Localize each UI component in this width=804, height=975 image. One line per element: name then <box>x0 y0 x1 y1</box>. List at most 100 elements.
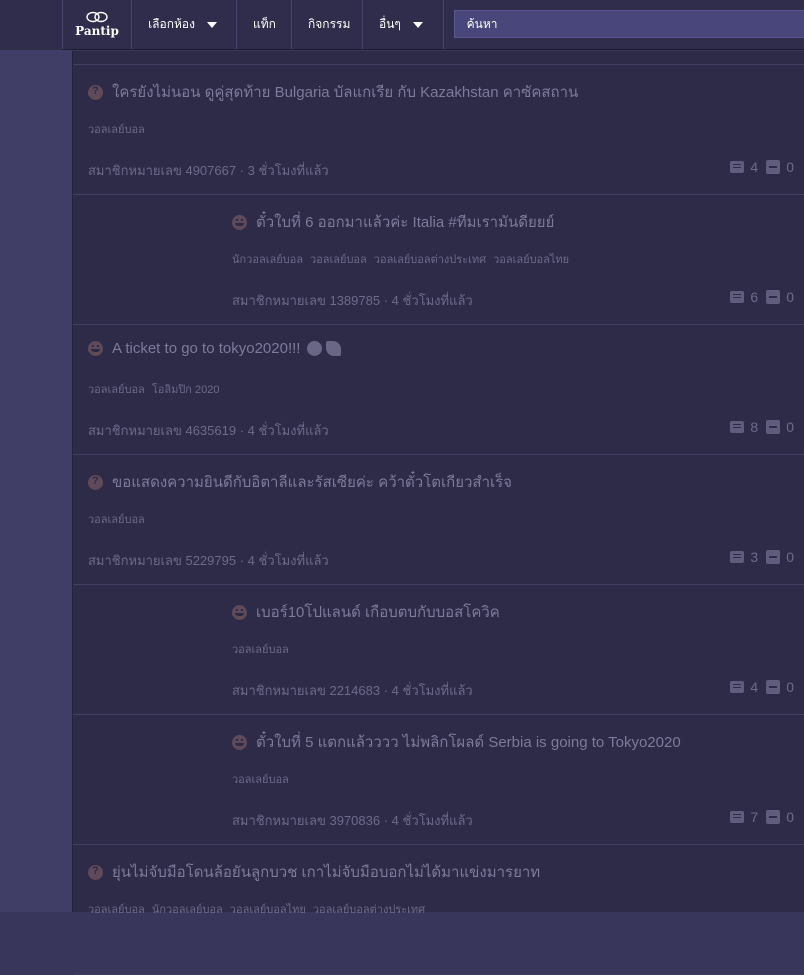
member-name[interactable]: สมาชิกหมายเลข 3970836 <box>232 813 380 828</box>
logo-text: Pantip <box>75 24 119 38</box>
nav-label: อื่นๆ <box>379 17 401 31</box>
topic-meta: สมาชิกหมายเลข 1389785 · 4 ชั่วโมงที่แล้ว <box>232 290 473 311</box>
vote-icon <box>766 420 781 434</box>
comment-count: 8 <box>750 419 759 435</box>
topic-title[interactable]: ตั๋วใบที่ 6 ออกมาแล้วค่ะ Italia #ทีมเราม… <box>256 210 554 234</box>
top-navigation-bar: Pantip เลือกห้อง แท็ก กิจกรรม อื่นๆ <box>62 0 804 50</box>
comment-icon <box>730 161 745 173</box>
member-name[interactable]: สมาชิกหมายเลข 2214683 <box>232 683 380 698</box>
comment-icon <box>730 681 745 693</box>
flair-icons <box>307 341 342 356</box>
page-background-left <box>0 0 72 912</box>
topic-title[interactable]: ขอแสดงความยินดีกับอิตาลีและรัสเซียค่ะ คว… <box>112 470 512 494</box>
nav-select-room[interactable]: เลือกห้อง <box>132 0 237 49</box>
vote-icon <box>766 550 781 564</box>
topic-stats: 7 0 <box>730 809 794 825</box>
topic-row[interactable]: ยุ่นไม่จับมือโดนล้อยันลูกบวช เกาไม่จับมื… <box>73 845 804 975</box>
topic-tag[interactable]: โอลิมปิก 2020 <box>152 384 220 396</box>
vote-icon <box>766 680 781 694</box>
topic-tag[interactable]: วอลเลย์บอลไทย <box>230 904 306 916</box>
topic-title[interactable]: ใครยังไม่นอน ดูคู่สุดท้าย Bulgaria บัลแก… <box>112 80 578 104</box>
topic-row[interactable]: ตั๋วใบที่ 5 แตกแล้วววว ไม่พลิกโผลด์ Serb… <box>73 715 804 845</box>
meta-separator: · <box>383 293 392 308</box>
topic-tags: วอลเลย์บอล <box>88 120 152 138</box>
pantip-logo-icon <box>86 11 108 23</box>
post-time: 4 ชั่วโมงที่แล้ว <box>247 553 329 568</box>
nav-label: เลือกห้อง <box>148 17 195 31</box>
thinking-face-icon <box>88 474 103 490</box>
vote-count: 0 <box>786 419 794 435</box>
topic-title[interactable]: เบอร์10โปแลนด์ เกือบตบกับบอสโควิค <box>256 600 500 624</box>
nav-activities[interactable]: กิจกรรม <box>292 0 363 49</box>
nav-tags[interactable]: แท็ก <box>237 0 292 49</box>
comment-count: 7 <box>750 809 759 825</box>
topic-title-line: ตั๋วใบที่ 5 แตกแล้วววว ไม่พลิกโผลด์ Serb… <box>232 730 681 754</box>
topic-tags: นักวอลเลย์บอล วอลเลย์บอล วอลเลย์บอลต่างประ… <box>232 250 576 268</box>
comment-count: 4 <box>750 679 759 695</box>
topic-row[interactable]: เบอร์10โปแลนด์ เกือบตบกับบอสโควิค วอลเลย… <box>73 585 804 715</box>
topic-row[interactable]: ใครยังไม่นอน ดูคู่สุดท้าย Bulgaria บัลแก… <box>73 65 804 195</box>
comment-icon <box>730 291 745 303</box>
topic-row[interactable]: ตั๋วใบที่ 6 ออกมาแล้วค่ะ Italia #ทีมเราม… <box>73 195 804 325</box>
topic-title[interactable]: ตั๋วใบที่ 5 แตกแล้วววว ไม่พลิกโผลด์ Serb… <box>256 730 681 754</box>
feed-top-spacer <box>73 51 804 65</box>
topic-meta: สมาชิกหมายเลข 3970836 · 4 ชั่วโมงที่แล้ว <box>232 810 473 831</box>
topic-tag[interactable]: วอลเลย์บอล <box>310 254 367 266</box>
pantip-logo[interactable]: Pantip <box>62 0 133 49</box>
topic-tag[interactable]: นักวอลเลย์บอล <box>232 254 303 266</box>
crown-icon <box>307 341 323 356</box>
post-time: 4 ชั่วโมงที่แล้ว <box>391 683 473 698</box>
topic-tag[interactable]: วอลเลย์บอล <box>232 644 289 656</box>
topic-title-line: A ticket to go to tokyo2020!!! <box>88 340 342 357</box>
topic-stats: 4 0 <box>730 679 794 695</box>
topic-tags: วอลเลย์บอล นักวอลเลย์บอล วอลเลย์บอลไทย วอลเ… <box>88 900 432 918</box>
topic-tags: วอลเลย์บอล <box>88 510 152 528</box>
topic-title-line: เบอร์10โปแลนด์ เกือบตบกับบอสโควิค <box>232 600 500 624</box>
vote-count: 0 <box>786 159 794 175</box>
thinking-face-icon <box>88 864 103 880</box>
topic-meta: สมาชิกหมายเลข 4907667 · 3 ชั่วโมงที่แล้ว <box>88 160 329 181</box>
topic-tag[interactable]: วอลเลย์บอล <box>88 384 145 396</box>
topic-tags: วอลเลย์บอล โอลิมปิก 2020 <box>88 380 227 398</box>
topic-tag[interactable]: วอลเลย์บอล <box>88 904 145 916</box>
topic-tag[interactable]: วอลเลย์บอล <box>232 774 289 786</box>
topic-stats: 4 0 <box>730 159 794 175</box>
topic-stats: 6 0 <box>730 289 794 305</box>
topic-tags: วอลเลย์บอล <box>232 770 296 788</box>
post-time: 3 ชั่วโมงที่แล้ว <box>247 163 329 178</box>
meta-separator: · <box>239 423 248 438</box>
topic-tag[interactable]: วอลเลย์บอลต่างประเทศ <box>313 904 425 916</box>
comment-icon <box>730 551 745 563</box>
thinking-face-icon <box>88 84 103 100</box>
topic-title-line: ใครยังไม่นอน ดูคู่สุดท้าย Bulgaria บัลแก… <box>88 80 578 104</box>
member-name[interactable]: สมาชิกหมายเลข 1389785 <box>232 293 380 308</box>
vote-count: 0 <box>786 549 794 565</box>
topic-title[interactable]: A ticket to go to tokyo2020!!! <box>112 340 300 357</box>
vote-count: 0 <box>786 809 794 825</box>
topic-feed: ใครยังไม่นอน ดูคู่สุดท้าย Bulgaria บัลแก… <box>72 51 804 975</box>
topic-tag[interactable]: นักวอลเลย์บอล <box>152 904 223 916</box>
nav-more[interactable]: อื่นๆ <box>363 0 444 49</box>
topic-stats: 8 0 <box>730 419 794 435</box>
topic-tag[interactable]: วอลเลย์บอลไทย <box>493 254 569 266</box>
topic-meta: สมาชิกหมายเลข 5229795 · 4 ชั่วโมงที่แล้ว <box>88 550 329 571</box>
topic-title[interactable]: ยุ่นไม่จับมือโดนล้อยันลูกบวช เกาไม่จับมื… <box>112 860 540 884</box>
party-popper-icon <box>326 341 342 356</box>
member-name[interactable]: สมาชิกหมายเลข 4907667 <box>88 163 236 178</box>
topic-tag[interactable]: วอลเลย์บอล <box>88 514 145 526</box>
topic-tag[interactable]: วอลเลย์บอล <box>88 124 145 136</box>
topic-stats: 3 0 <box>730 549 794 565</box>
topic-row[interactable]: ขอแสดงความยินดีกับอิตาลีและรัสเซียค่ะ คว… <box>73 455 804 585</box>
member-name[interactable]: สมาชิกหมายเลข 5229795 <box>88 553 236 568</box>
header-left-cap <box>0 0 62 50</box>
topic-row[interactable]: A ticket to go to tokyo2020!!! วอลเลย์บอ… <box>73 325 804 455</box>
topic-title-line: ยุ่นไม่จับมือโดนล้อยันลูกบวช เกาไม่จับมื… <box>88 860 540 884</box>
topic-tag[interactable]: วอลเลย์บอลต่างประเทศ <box>374 254 486 266</box>
topic-title-line: ตั๋วใบที่ 6 ออกมาแล้วค่ะ Italia #ทีมเราม… <box>232 210 554 234</box>
member-name[interactable]: สมาชิกหมายเลข 4635619 <box>88 423 236 438</box>
search-input[interactable] <box>453 10 804 38</box>
vote-count: 0 <box>786 679 794 695</box>
post-time: 4 ชั่วโมงที่แล้ว <box>391 293 473 308</box>
vote-icon <box>766 160 781 174</box>
vote-icon <box>766 810 781 824</box>
